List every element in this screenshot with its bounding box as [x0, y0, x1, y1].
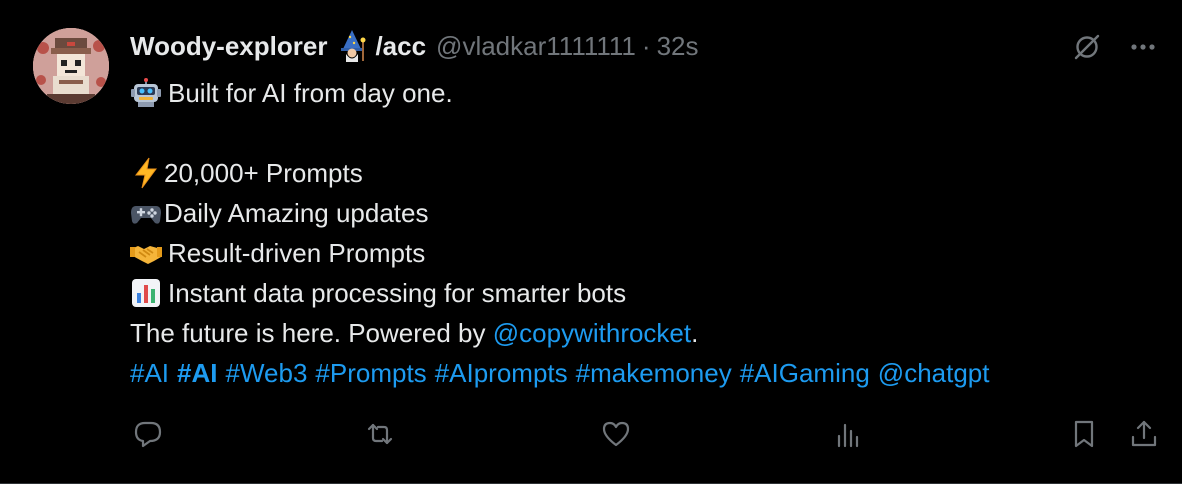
heart-icon: [602, 421, 630, 447]
share-button[interactable]: [1126, 414, 1162, 454]
tweet-line-2: 20,000+ Prompts: [164, 158, 363, 188]
display-name[interactable]: Woody-explorer: [130, 31, 327, 62]
reply-button[interactable]: [130, 414, 166, 454]
tweet-line: Result-driven Prompts: [130, 233, 1170, 273]
robot-emoji-icon: [130, 77, 162, 109]
repost-button[interactable]: [362, 414, 398, 454]
tweet-line-1: Built for AI from day one.: [168, 78, 453, 108]
separator-dot: ·: [641, 30, 651, 61]
header-actions: [1070, 30, 1160, 64]
hashtag-link[interactable]: #AI: [130, 353, 169, 393]
mention-link[interactable]: @chatgpt: [878, 353, 990, 393]
views-button[interactable]: [830, 414, 866, 454]
bar-chart-emoji-icon: [130, 277, 162, 309]
repost-icon: [367, 423, 393, 445]
handshake-emoji-icon: [130, 237, 162, 269]
hashtag-link[interactable]: #AIGaming: [740, 353, 870, 393]
gamepad-emoji-icon: [130, 197, 162, 229]
tweet-header: Woody-explorer /acc @vladkar1111111 · 32…: [130, 28, 699, 64]
hashtag-link[interactable]: #Prompts: [315, 353, 426, 393]
tweet-line-3: Daily Amazing updates: [164, 198, 429, 228]
timestamp[interactable]: 32s: [657, 31, 699, 62]
hashtag-link[interactable]: #makemoney: [576, 353, 732, 393]
tweet-line: Built for AI from day one.: [130, 73, 1170, 113]
tweet-line: Daily Amazing updates: [130, 193, 1170, 233]
wizard-emoji-icon: [335, 29, 369, 63]
user-handle[interactable]: @vladkar1111111: [436, 31, 636, 62]
tweet-line-4: Result-driven Prompts: [168, 238, 426, 268]
tweet-line-6-suffix: .: [691, 318, 699, 348]
more-icon[interactable]: [1126, 30, 1160, 64]
like-button[interactable]: [598, 414, 634, 454]
action-bar: [130, 414, 1162, 454]
tweet-line: The future is here. Powered by @copywith…: [130, 313, 1170, 353]
display-name-suffix[interactable]: /acc: [375, 31, 426, 62]
tweet-card[interactable]: Woody-explorer /acc @vladkar1111111 · 32…: [0, 0, 1182, 484]
grok-icon[interactable]: [1070, 30, 1104, 64]
mention-link[interactable]: @copywithrocket: [493, 313, 691, 353]
tweet-line-6-prefix: The future is here. Powered by: [130, 318, 486, 348]
bookmark-icon: [1074, 420, 1094, 448]
avatar[interactable]: [33, 28, 109, 104]
hashtag-link[interactable]: #AIprompts: [435, 353, 568, 393]
share-icon: [1131, 420, 1157, 447]
hashtag-link[interactable]: #AI: [177, 353, 217, 393]
tweet-line: 20,000+ Prompts: [130, 153, 1170, 193]
lightning-emoji-icon: [130, 157, 162, 189]
tweet-line: Instant data processing for smarter bots: [130, 273, 1170, 313]
tweet-text: Built for AI from day one. 20,000+ Promp…: [130, 73, 1170, 393]
hashtag-link[interactable]: #Web3: [226, 353, 308, 393]
reply-icon: [134, 421, 162, 448]
tweet-line-5: Instant data processing for smarter bots: [168, 278, 627, 308]
views-icon: [837, 423, 859, 448]
hashtag-line: #AI #AI #Web3 #Prompts #AIprompts #makem…: [130, 353, 1170, 393]
bookmark-button[interactable]: [1066, 414, 1102, 454]
